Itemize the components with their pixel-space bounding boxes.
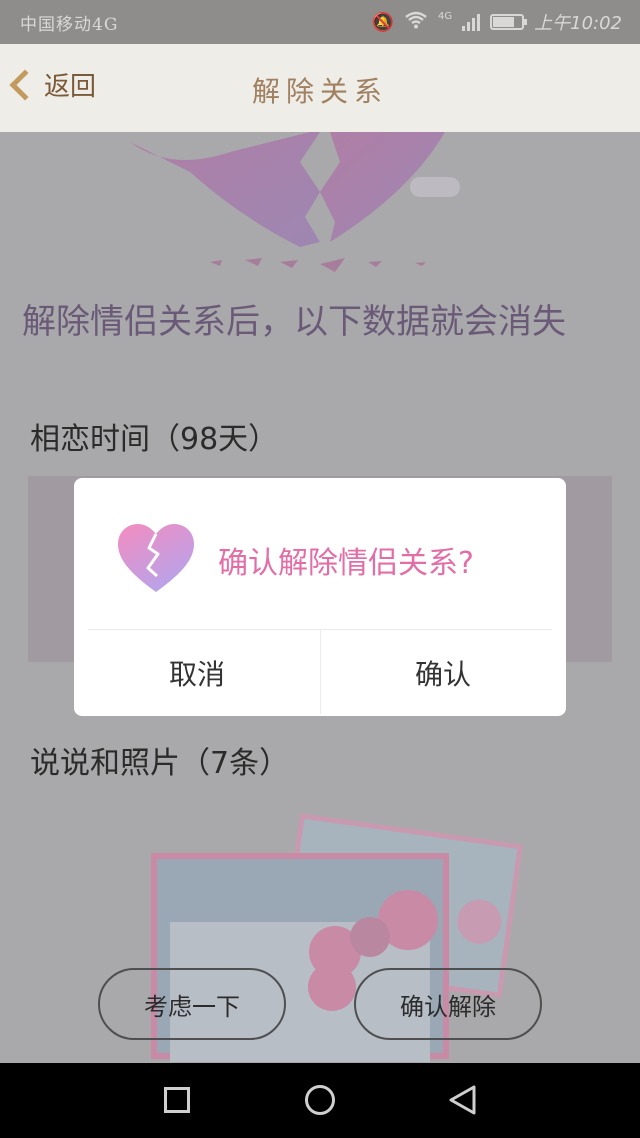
network-type: 4G (438, 10, 453, 22)
battery-icon (490, 14, 528, 30)
cancel-button[interactable]: 取消 (74, 630, 320, 716)
confirm-dialog: 确认解除情侣关系? 取消 确认 (74, 478, 566, 716)
confirm-unbind-button[interactable]: 确认解除 (354, 968, 542, 1040)
love-time-label: 相恋时间（98天） (30, 422, 279, 457)
wifi-icon (404, 11, 428, 34)
triangle-back-icon[interactable] (448, 1085, 478, 1115)
dialog-message: 确认解除情侣关系? (218, 546, 474, 581)
page-title: 解除关系 (251, 75, 388, 108)
moments-label: 说说和照片（7条） (30, 746, 290, 781)
square-icon[interactable] (164, 1087, 190, 1113)
confirm-button[interactable]: 确认 (320, 630, 566, 716)
status-icons: 🔕 4G 上午10:02 (372, 9, 622, 35)
system-nav-bar (0, 1063, 640, 1138)
status-bar: 中国移动4G 🔕 4G 上午10:02 (0, 0, 640, 44)
carrier-label: 中国移动4G (20, 15, 119, 35)
mute-icon: 🔕 (371, 11, 394, 33)
bottom-actions: 考虑一下 确认解除 (0, 968, 640, 1040)
broken-heart-icon (118, 524, 194, 592)
warning-headline: 解除情侣关系后，以下数据就会消失 (22, 302, 566, 342)
circle-icon[interactable] (305, 1085, 335, 1115)
broken-heart-illustration (130, 132, 445, 272)
clock: 上午10:02 (534, 13, 622, 34)
cloud-decoration (410, 177, 460, 197)
top-header: 返回 解除关系 (0, 44, 640, 132)
signal-icon (462, 13, 481, 31)
think-again-button[interactable]: 考虑一下 (98, 968, 286, 1040)
